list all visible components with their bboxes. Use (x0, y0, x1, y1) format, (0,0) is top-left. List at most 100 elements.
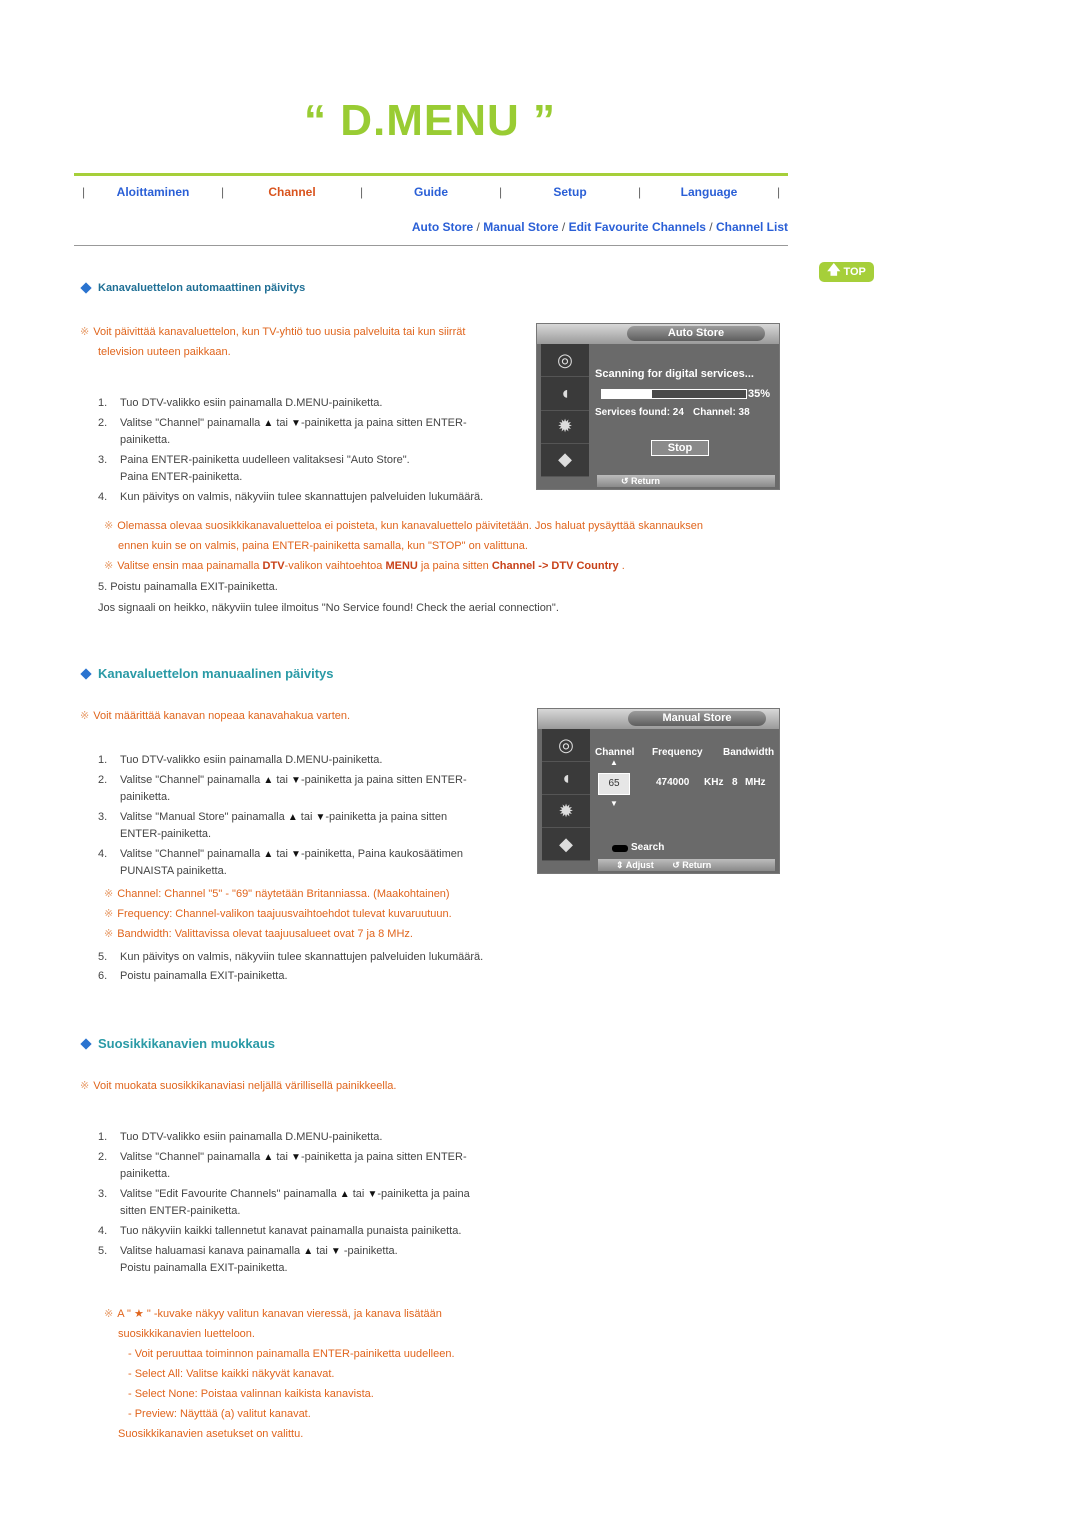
diamond-bullet-icon (80, 1037, 92, 1050)
nav-separator: | (776, 185, 781, 199)
list-item: 2. Valitse "Channel" painamalla ▲ tai ▼-… (98, 772, 528, 806)
step-text: Valitse "Edit Favourite Channels" painam… (120, 1188, 337, 1200)
list-item: 4. Tuo näkyviin kaikki tallennetut kanava… (98, 1223, 538, 1240)
manual-intro-note: ※ Voit määrittää kanavan nopeaa kanavahak… (80, 706, 350, 726)
up-arrow-icon: ▲ (287, 812, 298, 823)
screen-footer: ↺ Return (597, 475, 775, 487)
adjust-hint: ⇕ Adjust (616, 860, 654, 870)
step-text: Tuo DTV-valikko esiin painamalla D.MENU-… (120, 397, 383, 409)
setup-gear-icon: ✹ (542, 795, 590, 828)
channel-readout: Channel: 38 (693, 407, 750, 418)
return-hint: ↺ Return (621, 476, 661, 486)
note-text: television uuteen paikkaan. (98, 346, 231, 358)
fav-star-note: ※ A " ★ " -kuvake näkyy valitun kanavan v… (104, 1304, 544, 1444)
nav-tab-setup[interactable]: Setup (510, 185, 630, 199)
section-heading-text: Kanavaluettelon manuaalinen päivitys (98, 666, 334, 681)
step-number: 6. (98, 970, 108, 982)
list-item: - Preview: Näyttää (a) valitut kanavat. (128, 1408, 311, 1420)
weak-signal-text: Jos signaali on heikko, näkyviin tulee i… (98, 602, 559, 614)
return-hint: ↺ Return (672, 860, 712, 870)
step-number: 4. (98, 491, 108, 503)
step-number: 2. (98, 1151, 108, 1163)
down-arrow-icon: ▼ (291, 849, 301, 860)
note-text: A " (117, 1308, 131, 1320)
sub-nav: Auto Store / Manual Store / Edit Favouri… (412, 220, 788, 234)
screen-footer: ⇕ Adjust ↺ Return (598, 859, 775, 871)
list-item: 1. Tuo DTV-valikko esiin painamalla D.MEN… (98, 752, 528, 769)
list-item: 6. Poistu painamalla EXIT-painiketta. (98, 968, 538, 985)
col-bandwidth: Bandwidth (723, 747, 775, 758)
step-number: 3. (98, 454, 108, 466)
step-text: Paina ENTER-painiketta. (120, 471, 243, 483)
list-item: 2. Valitse "Channel" painamalla ▲ tai ▼-… (98, 1149, 538, 1183)
step-text: Valitse "Channel" painamalla (120, 1151, 261, 1163)
step-number: 2. (98, 774, 108, 786)
bandwidth-value: 8 (732, 777, 738, 788)
step-number: 5. (98, 1245, 108, 1257)
step-text: PUNAISTA painiketta. (120, 865, 227, 877)
note-mark-icon: ※ (104, 560, 114, 572)
note-text: -valikon vaihtoehtoa (284, 560, 386, 572)
input-menu-icon: ◆ (542, 828, 590, 861)
fav-intro-note: ※ Voit muokata suosikkikanaviasi neljällä… (80, 1076, 396, 1096)
search-hint: Search (631, 842, 665, 853)
manual-store-screen: Manual Store ◎ ◖ ✹ ◆ Channel Frequency B… (537, 708, 780, 874)
note-text: Suosikkikanavien asetukset on valittu. (118, 1428, 304, 1440)
step-text: -painiketta. (340, 1245, 398, 1257)
section-heading-text: Kanavaluettelon automaattinen päivitys (98, 282, 306, 294)
step-text: -painiketta, Paina kaukosäätimen (300, 848, 463, 860)
nav-tab-guide[interactable]: Guide (371, 185, 491, 199)
step-text: Valitse "Channel" painamalla (120, 848, 261, 860)
nav-separator: | (498, 185, 503, 199)
subnav-channel-list[interactable]: Channel List (716, 220, 788, 234)
note-mark-icon: ※ (104, 520, 114, 532)
step-text: Valitse haluamasi kanava painamalla (120, 1245, 301, 1257)
channel-up-icon[interactable]: ▲ (610, 758, 618, 767)
note-bold: Channel -> DTV Country (491, 560, 619, 572)
down-arrow-icon: ▼ (330, 1246, 341, 1257)
stop-button[interactable]: Stop (651, 440, 709, 456)
down-arrow-icon: ▼ (291, 775, 301, 786)
step-text: tai (276, 417, 288, 429)
auto-notes: ※ Olemassa olevaa suosikkikanavaluetteloa… (104, 516, 784, 576)
top-button[interactable]: 🡅 TOP (819, 262, 874, 282)
step-text: Kun päivitys on valmis, näkyviin tulee s… (120, 951, 484, 963)
channel-down-icon[interactable]: ▼ (610, 799, 618, 808)
scan-progress-fill (602, 390, 653, 398)
diamond-bullet-icon (80, 667, 92, 680)
list-item: 5. Valitse haluamasi kanava painamalla ▲… (98, 1243, 538, 1277)
nav-tab-language[interactable]: Language (649, 185, 769, 199)
step-text: Valitse "Channel" painamalla (120, 774, 261, 786)
auto-steps: 1. Tuo DTV-valikko esiin painamalla D.MEN… (98, 395, 528, 506)
star-icon: ★ (133, 1308, 144, 1320)
fav-steps: 1. Tuo DTV-valikko esiin painamalla D.MEN… (98, 1129, 538, 1277)
section-heading-auto-store: Kanavaluettelon automaattinen päivitys (80, 282, 305, 294)
step-text: Valitse "Manual Store" painamalla (120, 811, 285, 823)
subnav-auto-store[interactable]: Auto Store (412, 220, 473, 234)
step-text: tai (276, 774, 288, 786)
step-text: tai (352, 1188, 365, 1200)
step-text: -painiketta ja paina sitten (325, 811, 448, 823)
note-text: . (618, 560, 625, 572)
screen-title: Manual Store (628, 711, 766, 726)
subnav-manual-store[interactable]: Manual Store (483, 220, 558, 234)
list-item: 5. Kun päivitys on valmis, näkyviin tulee… (98, 949, 538, 966)
note-mark-icon: ※ (80, 710, 90, 722)
col-channel: Channel (595, 747, 635, 758)
subnav-separator: / (709, 220, 713, 234)
subnav-edit-favourite-channels[interactable]: Edit Favourite Channels (569, 220, 706, 234)
down-arrow-icon: ▼ (291, 1152, 301, 1163)
nav-tab-channel[interactable]: Channel (232, 185, 352, 199)
step-text: Paina ENTER-painiketta uudelleen valitak… (120, 454, 410, 466)
sound-menu-icon: ◖ (541, 377, 589, 411)
note-text: Frequency: Channel-valikon taajuusvaihto… (117, 908, 452, 920)
note-text: ennen kuin se on valmis, paina ENTER-pai… (118, 540, 528, 552)
step-number: 4. (98, 1225, 108, 1237)
nav-separator: | (637, 185, 642, 199)
arrow-up-icon: 🡅 (827, 262, 841, 277)
list-item: 1. Tuo DTV-valikko esiin painamalla D.MEN… (98, 1129, 538, 1146)
channel-input[interactable]: 65 (598, 773, 630, 795)
step-number: 1. (98, 754, 108, 766)
nav-tab-aloittaminen[interactable]: Aloittaminen (93, 185, 213, 199)
scanning-text: Scanning for digital services... (595, 368, 754, 380)
